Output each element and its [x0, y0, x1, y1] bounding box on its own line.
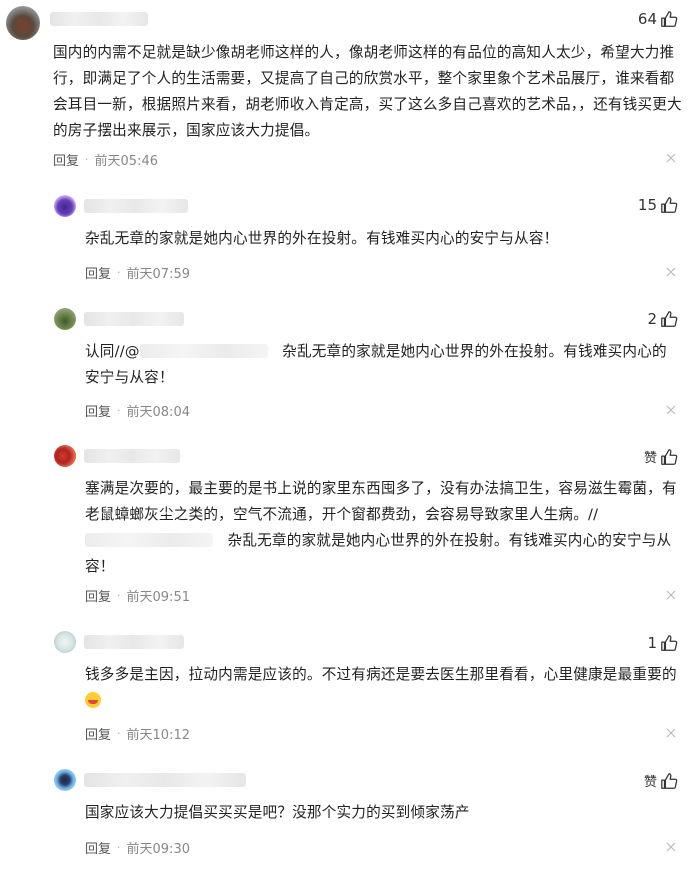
thumbs-up-icon: [661, 772, 678, 789]
comment-body: 塞满是次要的，最主要的是书上说的家里东西囤多了，没有办法搞卫生，容易滋生霉菌，有…: [85, 480, 677, 523]
comment-text: 国家应该大力提倡买买买是吧？没那个实力的买到倾家荡产: [85, 804, 470, 821]
thumbs-up-icon: [661, 448, 678, 465]
like-count: 赞: [643, 775, 657, 790]
username[interactable]: [84, 312, 184, 326]
separator-dot: ·: [117, 841, 121, 854]
close-icon[interactable]: [666, 842, 676, 852]
timestamp: 前天08:04: [126, 405, 190, 420]
thumbs-up-icon: [661, 311, 678, 327]
avatar[interactable]: [54, 195, 76, 217]
close-icon[interactable]: [666, 728, 676, 738]
separator-dot: ·: [117, 727, 121, 740]
reply-button[interactable]: 回复: [53, 150, 79, 169]
comment-text: 国内的内需不足就是缺少像胡老师这样的人，像胡老师这样的有品位的高知人太少，希望大…: [53, 44, 682, 139]
username[interactable]: [84, 199, 188, 213]
comment-meta: 回复 · 前天09:51: [85, 586, 190, 605]
like-button[interactable]: 64: [638, 10, 678, 28]
username[interactable]: [84, 773, 246, 787]
reply-button[interactable]: 回复: [85, 263, 111, 282]
separator-dot: ·: [85, 153, 89, 166]
close-icon[interactable]: [666, 590, 676, 600]
timestamp: 前天09:30: [126, 842, 190, 857]
thumbs-up-icon: [661, 635, 678, 651]
reply-button[interactable]: 回复: [85, 401, 111, 420]
separator-dot: ·: [117, 404, 121, 417]
like-button[interactable]: 赞: [644, 771, 678, 790]
separator-dot: ·: [117, 266, 121, 279]
comment-meta: 回复 · 前天08:04: [85, 401, 190, 420]
comment-meta: 回复 · 前天05:46: [53, 150, 158, 169]
timestamp: 前天05:46: [94, 154, 158, 169]
mention-prefix: 认同//@: [85, 343, 140, 360]
comment-meta: 回复 · 前天09:30: [85, 838, 190, 857]
like-button[interactable]: 1: [647, 634, 678, 652]
comment-body: 钱多多是主因，拉动内需是应该的。不过有病还是要去医生那里看看，心里健康是最重要的: [85, 666, 677, 683]
timestamp: 前天09:51: [126, 590, 190, 605]
thumbs-up-icon: [661, 11, 678, 27]
reply-button[interactable]: 回复: [85, 838, 111, 857]
reply-button[interactable]: 回复: [85, 724, 111, 743]
like-button[interactable]: 15: [638, 196, 678, 214]
close-icon[interactable]: [666, 153, 676, 163]
avatar[interactable]: [54, 769, 76, 791]
like-count: 赞: [643, 451, 657, 466]
separator-dot: ·: [117, 589, 121, 602]
comment-text: 杂乱无章的家就是她内心世界的外在投射。有钱难买内心的安宁与从容！: [85, 230, 559, 247]
like-count: 15: [637, 196, 657, 214]
like-count: 2: [647, 310, 657, 328]
avatar[interactable]: [54, 631, 76, 653]
timestamp: 前天07:59: [126, 267, 190, 282]
close-icon[interactable]: [666, 405, 676, 415]
comment-text: 钱多多是主因，拉动内需是应该的。不过有病还是要去医生那里看看，心里健康是最重要的: [85, 662, 681, 714]
username[interactable]: [50, 12, 148, 26]
timestamp: 前天10:12: [126, 728, 190, 743]
comment-text: 认同//@ 杂乱无章的家就是她内心世界的外在投射。有钱难买内心的安宁与从容！: [85, 339, 681, 391]
comment-text: 塞满是次要的，最主要的是书上说的家里东西囤多了，没有办法搞卫生，容易滋生霉菌，有…: [85, 476, 681, 580]
close-icon[interactable]: [666, 267, 676, 277]
mention-user[interactable]: [139, 344, 268, 358]
laughing-emoji-icon: [85, 692, 101, 708]
username[interactable]: [84, 635, 184, 649]
like-button[interactable]: 2: [647, 310, 678, 328]
mention-user[interactable]: [85, 533, 213, 547]
like-button[interactable]: 赞: [644, 447, 678, 466]
thumbs-up-icon: [661, 197, 678, 213]
reply-button[interactable]: 回复: [85, 586, 111, 605]
avatar[interactable]: [6, 6, 40, 40]
comment-meta: 回复 · 前天07:59: [85, 263, 190, 282]
avatar[interactable]: [54, 445, 76, 467]
like-count: 64: [637, 10, 657, 28]
like-count: 1: [647, 634, 657, 652]
username[interactable]: [84, 449, 180, 463]
comment-meta: 回复 · 前天10:12: [85, 724, 190, 743]
avatar[interactable]: [54, 308, 76, 330]
